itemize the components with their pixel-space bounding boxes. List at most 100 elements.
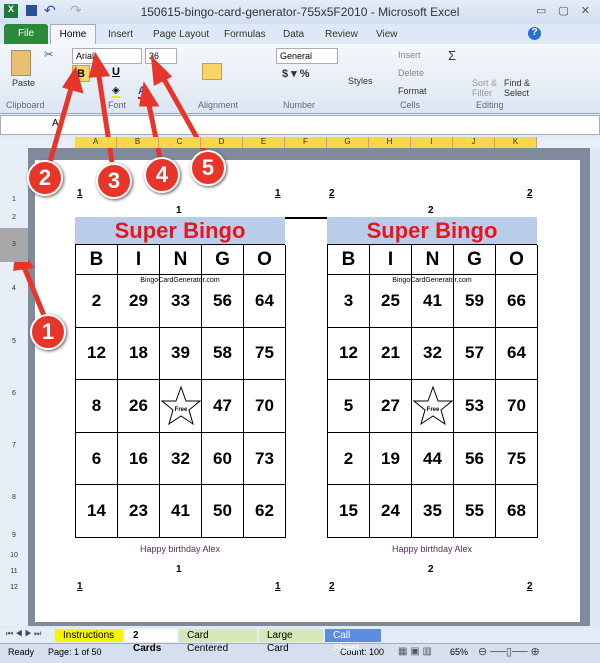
page-corner-label: 1	[275, 581, 281, 592]
column-header-E[interactable]: E	[243, 137, 285, 148]
row-header-4[interactable]: 4	[0, 262, 28, 316]
free-star-icon: Free	[412, 385, 453, 426]
sheet-tab[interactable]: Instructions	[55, 629, 123, 642]
card-footer: Happy birthday Alex	[139, 544, 221, 554]
page-corner-label: 2	[527, 581, 533, 592]
bingo-card: Super Bingo B I N G O 3 25 41 59 66 12 21 32 57 64 5 27 Fr…	[327, 217, 538, 538]
bingo-cell: 32	[412, 327, 454, 381]
bingo-letter: I	[118, 245, 160, 275]
row-header-5[interactable]: 5	[0, 316, 28, 368]
bingo-cell: 8	[76, 380, 118, 433]
bingo-cell: Free	[412, 380, 454, 433]
bingo-letter: G	[454, 245, 496, 275]
column-header-A[interactable]: A	[75, 137, 117, 148]
bingo-cell: 15	[328, 485, 370, 538]
bingo-cell: 44	[412, 432, 454, 486]
row-header-9[interactable]: 9	[0, 524, 28, 548]
card-number: 1	[176, 564, 182, 575]
page-corner-label: 2	[527, 188, 533, 199]
bingo-letter: N	[160, 245, 202, 275]
status-ready: Ready	[8, 647, 35, 657]
bingo-cell: 56	[454, 432, 496, 486]
bingo-cell: 39	[160, 327, 202, 381]
bingo-letter: B	[328, 245, 370, 275]
column-header-H[interactable]: H	[369, 137, 411, 148]
bingo-cell: 19	[370, 432, 412, 486]
row-header-10[interactable]: 10	[0, 548, 28, 564]
bingo-cell: 41	[160, 485, 202, 538]
tab-scroll-buttons[interactable]: ⏮ ◀ ▶ ⏭	[6, 629, 41, 639]
bingo-cell: 70	[244, 380, 286, 433]
page-corner-label: 1	[77, 581, 83, 592]
bingo-cell: 62	[244, 485, 286, 538]
card-number: 2	[428, 564, 434, 575]
callout-3: 3	[96, 163, 132, 199]
card-footer: Happy birthday Alex	[391, 544, 473, 554]
card-title: Super Bingo	[75, 217, 285, 244]
page-corner-label: 1	[77, 188, 83, 199]
bingo-cell: 75	[496, 432, 538, 486]
bingo-cell: 58	[202, 327, 244, 381]
bingo-cell: 64	[496, 327, 538, 381]
bingo-letter: I	[370, 245, 412, 275]
bingo-cell: 2	[328, 432, 370, 486]
column-header-G[interactable]: G	[327, 137, 369, 148]
row-header-11[interactable]: 11	[0, 564, 28, 580]
row-header-6[interactable]: 6	[0, 368, 28, 420]
bingo-cell: Free	[160, 380, 202, 433]
bingo-cell: 6	[76, 432, 118, 486]
bingo-letter: O	[496, 245, 538, 275]
column-header-K[interactable]: K	[495, 137, 537, 148]
row-header-7[interactable]: 7	[0, 420, 28, 472]
column-header-D[interactable]: D	[201, 137, 243, 148]
row-header-3[interactable]: 3	[0, 228, 28, 262]
site-label: BingoCardGenerator.com	[392, 277, 472, 284]
bingo-cell: 14	[76, 485, 118, 538]
bingo-cell: 68	[496, 485, 538, 538]
callout-4: 4	[144, 157, 180, 193]
bingo-cell: 16	[118, 432, 160, 486]
bingo-cell: 55	[454, 485, 496, 538]
bingo-cell: 26	[118, 380, 160, 433]
page-corner-label: 2	[329, 188, 335, 199]
callout-1: 1	[30, 314, 66, 350]
card-number: 2	[428, 205, 434, 216]
free-star-icon: Free	[160, 385, 201, 426]
bingo-cell: 35	[412, 485, 454, 538]
bingo-cell: 18	[118, 327, 160, 381]
status-page: Page: 1 of 50	[48, 647, 102, 657]
page-corner-label: 1	[275, 188, 281, 199]
bingo-cell: 27	[370, 380, 412, 433]
row-header-2[interactable]: 2	[0, 207, 28, 228]
row-header-1[interactable]: 1	[0, 192, 28, 207]
sheet-tab[interactable]: Large Card	[259, 629, 323, 654]
sheet-tab[interactable]: 2 Cards	[125, 629, 177, 654]
bingo-cell: 24	[370, 485, 412, 538]
bingo-cell: 53	[454, 380, 496, 433]
svg-text:Free: Free	[426, 407, 439, 413]
bingo-cell: 12	[328, 327, 370, 381]
column-header-F[interactable]: F	[285, 137, 327, 148]
view-buttons[interactable]: ▦ ▣ ▥	[398, 646, 432, 657]
bingo-cell: 5	[328, 380, 370, 433]
bingo-cell: 12	[76, 327, 118, 381]
bingo-letter: N	[412, 245, 454, 275]
zoom-slider[interactable]: ⊖ ──▯── ⊕	[478, 645, 540, 658]
callout-5: 5	[190, 150, 226, 186]
column-header-I[interactable]: I	[411, 137, 453, 148]
bingo-cell: 23	[118, 485, 160, 538]
column-header-B[interactable]: B	[117, 137, 159, 148]
bingo-grid: B I N G O 3 25 41 59 66 12 21 32 57 64 5 27 Free 53 70 2 19 44…	[327, 244, 538, 538]
bingo-grid: B I N G O 2 29 33 56 64 12 18 39 58 75 8 26 Free 47 70 6 16 32…	[75, 244, 286, 538]
svg-text:Free: Free	[174, 407, 187, 413]
callout-2: 2	[27, 160, 63, 196]
site-label: BingoCardGenerator.com	[140, 277, 220, 284]
sheet-tab[interactable]: Call Sheet	[325, 629, 381, 654]
column-header-C[interactable]: C	[159, 137, 201, 148]
row-header-8[interactable]: 8	[0, 472, 28, 524]
row-header-12[interactable]: 12	[0, 580, 28, 596]
bingo-cell: 73	[244, 432, 286, 486]
bingo-cell: 70	[496, 380, 538, 433]
sheet-tab[interactable]: Card Centered	[179, 629, 257, 654]
column-header-J[interactable]: J	[453, 137, 495, 148]
